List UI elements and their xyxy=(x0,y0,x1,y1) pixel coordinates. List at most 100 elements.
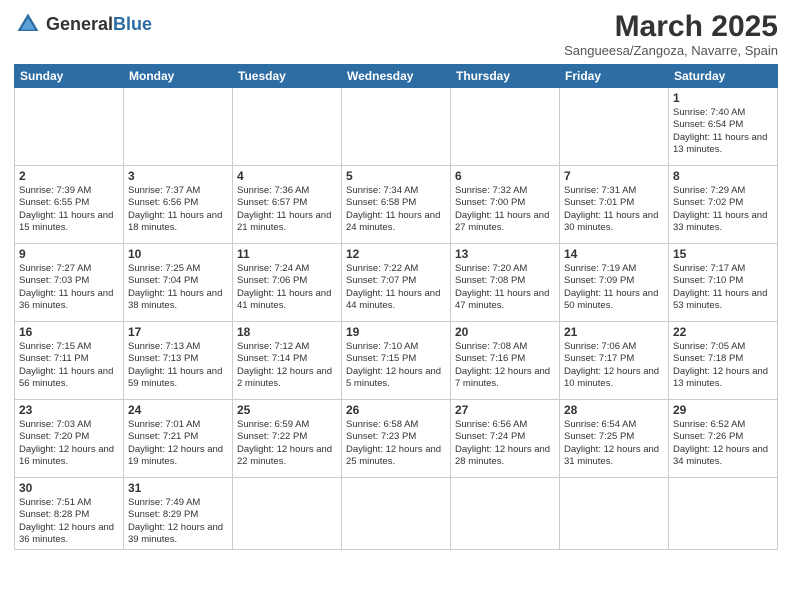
day-number: 5 xyxy=(346,169,446,183)
calendar-cell: 16Sunrise: 7:15 AM Sunset: 7:11 PM Dayli… xyxy=(15,322,124,400)
day-number: 25 xyxy=(237,403,337,417)
calendar-cell xyxy=(451,88,560,166)
calendar-cell: 26 Sunrise: 6:58 AM Sunset: 7:23 PM Dayli… xyxy=(342,400,451,478)
day-number: 15 xyxy=(673,247,773,261)
calendar-cell: 6 Sunrise: 7:32 AM Sunset: 7:00 PM Daylig… xyxy=(451,166,560,244)
col-tuesday: Tuesday xyxy=(233,65,342,88)
calendar-cell: 12 Sunrise: 7:22 AM Sunset: 7:07 PM Dayli… xyxy=(342,244,451,322)
day-info: Sunrise: 7:13 AM Sunset: 7:13 PM Dayligh… xyxy=(128,341,228,390)
calendar-cell: 24 Sunrise: 7:01 AM Sunset: 7:21 PM Dayli… xyxy=(124,400,233,478)
day-info: Sunrise: 7:01 AM Sunset: 7:21 PM Dayligh… xyxy=(128,419,228,468)
day-number: 26 xyxy=(346,403,446,417)
day-number: 20 xyxy=(455,325,555,339)
calendar-cell: 22 Sunrise: 7:05 AM Sunset: 7:18 PM Dayli… xyxy=(669,322,778,400)
calendar-cell: 27 Sunrise: 6:56 AM Sunset: 7:24 PM Dayli… xyxy=(451,400,560,478)
calendar-cell: 17 Sunrise: 7:13 AM Sunset: 7:13 PM Dayli… xyxy=(124,322,233,400)
calendar-cell xyxy=(124,88,233,166)
calendar-cell xyxy=(233,88,342,166)
day-number: 3 xyxy=(128,169,228,183)
col-thursday: Thursday xyxy=(451,65,560,88)
day-number: 14 xyxy=(564,247,664,261)
day-number: 27 xyxy=(455,403,555,417)
day-info: Sunrise: 7:31 AM Sunset: 7:01 PM Dayligh… xyxy=(564,185,664,234)
title-block: March 2025 Sangueesa/Zangoza, Navarre, S… xyxy=(564,10,778,58)
calendar-cell: 25 Sunrise: 6:59 AM Sunset: 7:22 PM Dayli… xyxy=(233,400,342,478)
calendar-cell: 23 Sunrise: 7:03 AM Sunset: 7:20 PM Dayli… xyxy=(15,400,124,478)
day-info: Sunrise: 7:29 AM Sunset: 7:02 PM Dayligh… xyxy=(673,185,773,234)
calendar-header-row: Sunday Monday Tuesday Wednesday Thursday… xyxy=(15,65,778,88)
calendar-cell xyxy=(233,478,342,550)
calendar-cell: 31 Sunrise: 7:49 AM Sunset: 8:29 PM Dayli… xyxy=(124,478,233,550)
day-number: 23 xyxy=(19,403,119,417)
calendar-cell: 5 Sunrise: 7:34 AM Sunset: 6:58 PM Daylig… xyxy=(342,166,451,244)
logo-text: GeneralBlue xyxy=(46,15,152,33)
day-info: Sunrise: 6:56 AM Sunset: 7:24 PM Dayligh… xyxy=(455,419,555,468)
day-number: 11 xyxy=(237,247,337,261)
day-info: Sunrise: 7:40 AM Sunset: 6:54 PM Dayligh… xyxy=(673,107,773,156)
day-info: Sunrise: 7:06 AM Sunset: 7:17 PM Dayligh… xyxy=(564,341,664,390)
calendar-cell xyxy=(669,478,778,550)
day-number: 22 xyxy=(673,325,773,339)
day-number: 19 xyxy=(346,325,446,339)
col-sunday: Sunday xyxy=(15,65,124,88)
page: GeneralBlue March 2025 Sangueesa/Zangoza… xyxy=(0,0,792,612)
calendar-cell: 9 Sunrise: 7:27 AM Sunset: 7:03 PM Daylig… xyxy=(15,244,124,322)
calendar-cell: 2 Sunrise: 7:39 AM Sunset: 6:55 PM Daylig… xyxy=(15,166,124,244)
day-number: 12 xyxy=(346,247,446,261)
day-info: Sunrise: 6:54 AM Sunset: 7:25 PM Dayligh… xyxy=(564,419,664,468)
day-number: 31 xyxy=(128,481,228,495)
day-info: Sunrise: 7:08 AM Sunset: 7:16 PM Dayligh… xyxy=(455,341,555,390)
calendar-cell xyxy=(560,478,669,550)
day-info: Sunrise: 7:27 AM Sunset: 7:03 PM Dayligh… xyxy=(19,263,119,312)
day-number: 30 xyxy=(19,481,119,495)
day-info: Sunrise: 7:25 AM Sunset: 7:04 PM Dayligh… xyxy=(128,263,228,312)
col-monday: Monday xyxy=(124,65,233,88)
day-number: 18 xyxy=(237,325,337,339)
subtitle: Sangueesa/Zangoza, Navarre, Spain xyxy=(564,43,778,58)
day-number: 16 xyxy=(19,325,119,339)
day-info: Sunrise: 7:17 AM Sunset: 7:10 PM Dayligh… xyxy=(673,263,773,312)
day-info: Sunrise: 7:10 AM Sunset: 7:15 PM Dayligh… xyxy=(346,341,446,390)
calendar-cell: 15 Sunrise: 7:17 AM Sunset: 7:10 PM Dayli… xyxy=(669,244,778,322)
day-info: Sunrise: 7:32 AM Sunset: 7:00 PM Dayligh… xyxy=(455,185,555,234)
calendar-cell xyxy=(342,478,451,550)
day-info: Sunrise: 7:05 AM Sunset: 7:18 PM Dayligh… xyxy=(673,341,773,390)
day-number: 9 xyxy=(19,247,119,261)
day-number: 6 xyxy=(455,169,555,183)
calendar-body: 1 Sunrise: 7:40 AM Sunset: 6:54 PM Daylig… xyxy=(15,88,778,550)
logo: GeneralBlue xyxy=(14,10,152,38)
day-info: Sunrise: 7:49 AM Sunset: 8:29 PM Dayligh… xyxy=(128,497,228,546)
day-info: Sunrise: 7:22 AM Sunset: 7:07 PM Dayligh… xyxy=(346,263,446,312)
calendar-cell xyxy=(560,88,669,166)
calendar-cell: 18Sunrise: 7:12 AM Sunset: 7:14 PM Dayli… xyxy=(233,322,342,400)
day-number: 2 xyxy=(19,169,119,183)
calendar-cell xyxy=(15,88,124,166)
day-info: Sunrise: 6:58 AM Sunset: 7:23 PM Dayligh… xyxy=(346,419,446,468)
day-info: Sunrise: 7:39 AM Sunset: 6:55 PM Dayligh… xyxy=(19,185,119,234)
day-number: 24 xyxy=(128,403,228,417)
day-number: 10 xyxy=(128,247,228,261)
calendar-cell: 21Sunrise: 7:06 AM Sunset: 7:17 PM Dayli… xyxy=(560,322,669,400)
day-number: 29 xyxy=(673,403,773,417)
calendar-cell: 20 Sunrise: 7:08 AM Sunset: 7:16 PM Dayli… xyxy=(451,322,560,400)
calendar-cell: 1 Sunrise: 7:40 AM Sunset: 6:54 PM Daylig… xyxy=(669,88,778,166)
calendar: Sunday Monday Tuesday Wednesday Thursday… xyxy=(14,64,778,550)
day-info: Sunrise: 6:52 AM Sunset: 7:26 PM Dayligh… xyxy=(673,419,773,468)
calendar-cell xyxy=(342,88,451,166)
calendar-cell: 19 Sunrise: 7:10 AM Sunset: 7:15 PM Dayli… xyxy=(342,322,451,400)
day-number: 8 xyxy=(673,169,773,183)
day-info: Sunrise: 7:36 AM Sunset: 6:57 PM Dayligh… xyxy=(237,185,337,234)
day-number: 1 xyxy=(673,91,773,105)
day-info: Sunrise: 7:34 AM Sunset: 6:58 PM Dayligh… xyxy=(346,185,446,234)
day-number: 4 xyxy=(237,169,337,183)
calendar-cell: 7Sunrise: 7:31 AM Sunset: 7:01 PM Daylig… xyxy=(560,166,669,244)
day-info: Sunrise: 7:03 AM Sunset: 7:20 PM Dayligh… xyxy=(19,419,119,468)
day-number: 17 xyxy=(128,325,228,339)
calendar-cell: 28Sunrise: 6:54 AM Sunset: 7:25 PM Dayli… xyxy=(560,400,669,478)
calendar-cell: 10 Sunrise: 7:25 AM Sunset: 7:04 PM Dayli… xyxy=(124,244,233,322)
day-info: Sunrise: 6:59 AM Sunset: 7:22 PM Dayligh… xyxy=(237,419,337,468)
calendar-cell: 14Sunrise: 7:19 AM Sunset: 7:09 PM Dayli… xyxy=(560,244,669,322)
day-info: Sunrise: 7:51 AM Sunset: 8:28 PM Dayligh… xyxy=(19,497,119,546)
col-saturday: Saturday xyxy=(669,65,778,88)
day-number: 13 xyxy=(455,247,555,261)
